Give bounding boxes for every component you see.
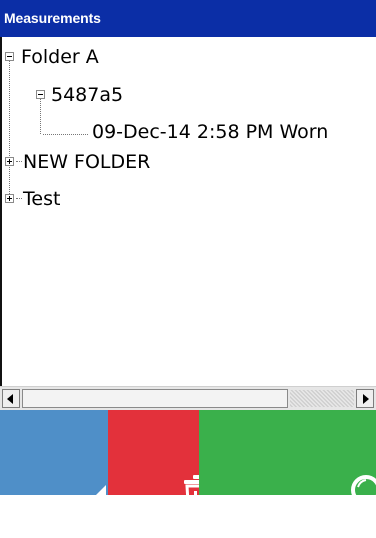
tree-node-measurement[interactable]: 09-Dec-14 2:58 PM Worn [92, 121, 328, 143]
search-button[interactable] [199, 410, 376, 495]
tree-node-test[interactable]: Test [23, 188, 60, 210]
scroll-right-button[interactable] [356, 389, 374, 408]
horizontal-scrollbar[interactable] [0, 386, 376, 410]
tree-line-to-test [16, 198, 22, 199]
scrollbar-track[interactable] [290, 390, 354, 407]
collapse-folder-a-icon[interactable] [5, 52, 14, 61]
delete-button[interactable] [108, 410, 199, 495]
tree-line-root [9, 56, 10, 198]
scrollbar-thumb[interactable] [22, 389, 288, 408]
tree-node-folder-a[interactable]: Folder A [21, 46, 99, 68]
window-title: Measurements [4, 10, 101, 26]
expand-test-icon[interactable] [5, 194, 14, 203]
title-bar: Measurements [0, 0, 376, 37]
tree-line-to-new-folder [16, 161, 22, 162]
bottom-toolbar [0, 410, 376, 495]
collapse-5487a5-icon[interactable] [36, 90, 45, 99]
tree-node-5487a5[interactable]: 5487a5 [51, 84, 123, 106]
tree-line-to-measurement [43, 134, 88, 135]
magnifier-icon [288, 453, 376, 538]
tree-node-new-folder[interactable]: NEW FOLDER [23, 151, 150, 173]
arrow-right-icon [363, 394, 369, 404]
back-button[interactable] [0, 410, 108, 495]
tree-line-level1 [40, 94, 41, 134]
expand-new-folder-icon[interactable] [5, 157, 14, 166]
measurement-tree[interactable]: Folder A 5487a5 09-Dec-14 2:58 PM Worn N… [0, 37, 376, 386]
arrow-left-icon [7, 394, 13, 404]
scroll-left-button[interactable] [2, 389, 20, 408]
